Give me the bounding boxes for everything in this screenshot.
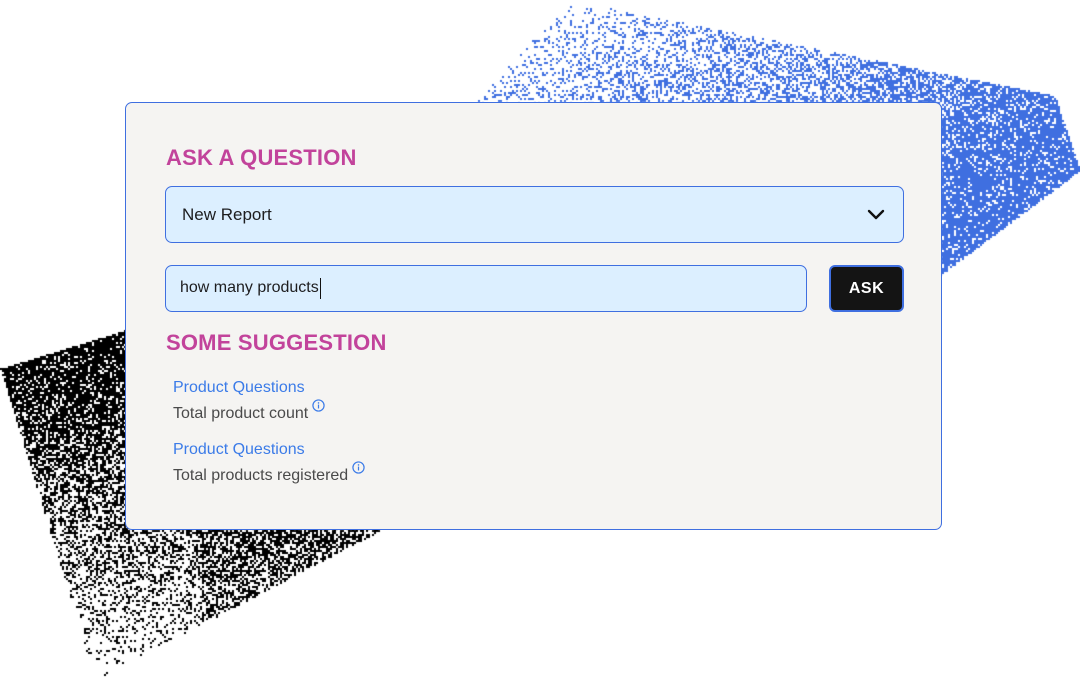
suggestion-category[interactable]: Product Questions (173, 377, 325, 399)
suggestion-category[interactable]: Product Questions (173, 439, 365, 461)
ask-question-panel: ASK A QUESTION New Report ASK SOME SUGGE… (125, 102, 942, 530)
question-input[interactable] (180, 266, 780, 310)
suggestion-question: Total products registered (173, 467, 349, 484)
suggestions-heading: SOME SUGGESTION (166, 330, 387, 355)
illustration-stage: ASK A QUESTION New Report ASK SOME SUGGE… (0, 0, 1080, 680)
report-select[interactable]: New Report (165, 186, 904, 243)
question-input-box[interactable] (165, 265, 807, 312)
ask-button[interactable]: ASK (829, 265, 904, 312)
info-icon[interactable] (312, 399, 325, 412)
suggestion-question: Total product count (173, 405, 309, 422)
report-select-value: New Report (182, 205, 272, 224)
suggestion-item[interactable]: Product Questions Total products registe… (173, 439, 365, 487)
text-caret (319, 278, 322, 299)
info-icon[interactable] (352, 461, 365, 474)
ask-question-heading: ASK A QUESTION (166, 145, 357, 170)
chevron-down-icon (867, 209, 885, 220)
suggestion-item[interactable]: Product Questions Total product count (173, 377, 325, 425)
